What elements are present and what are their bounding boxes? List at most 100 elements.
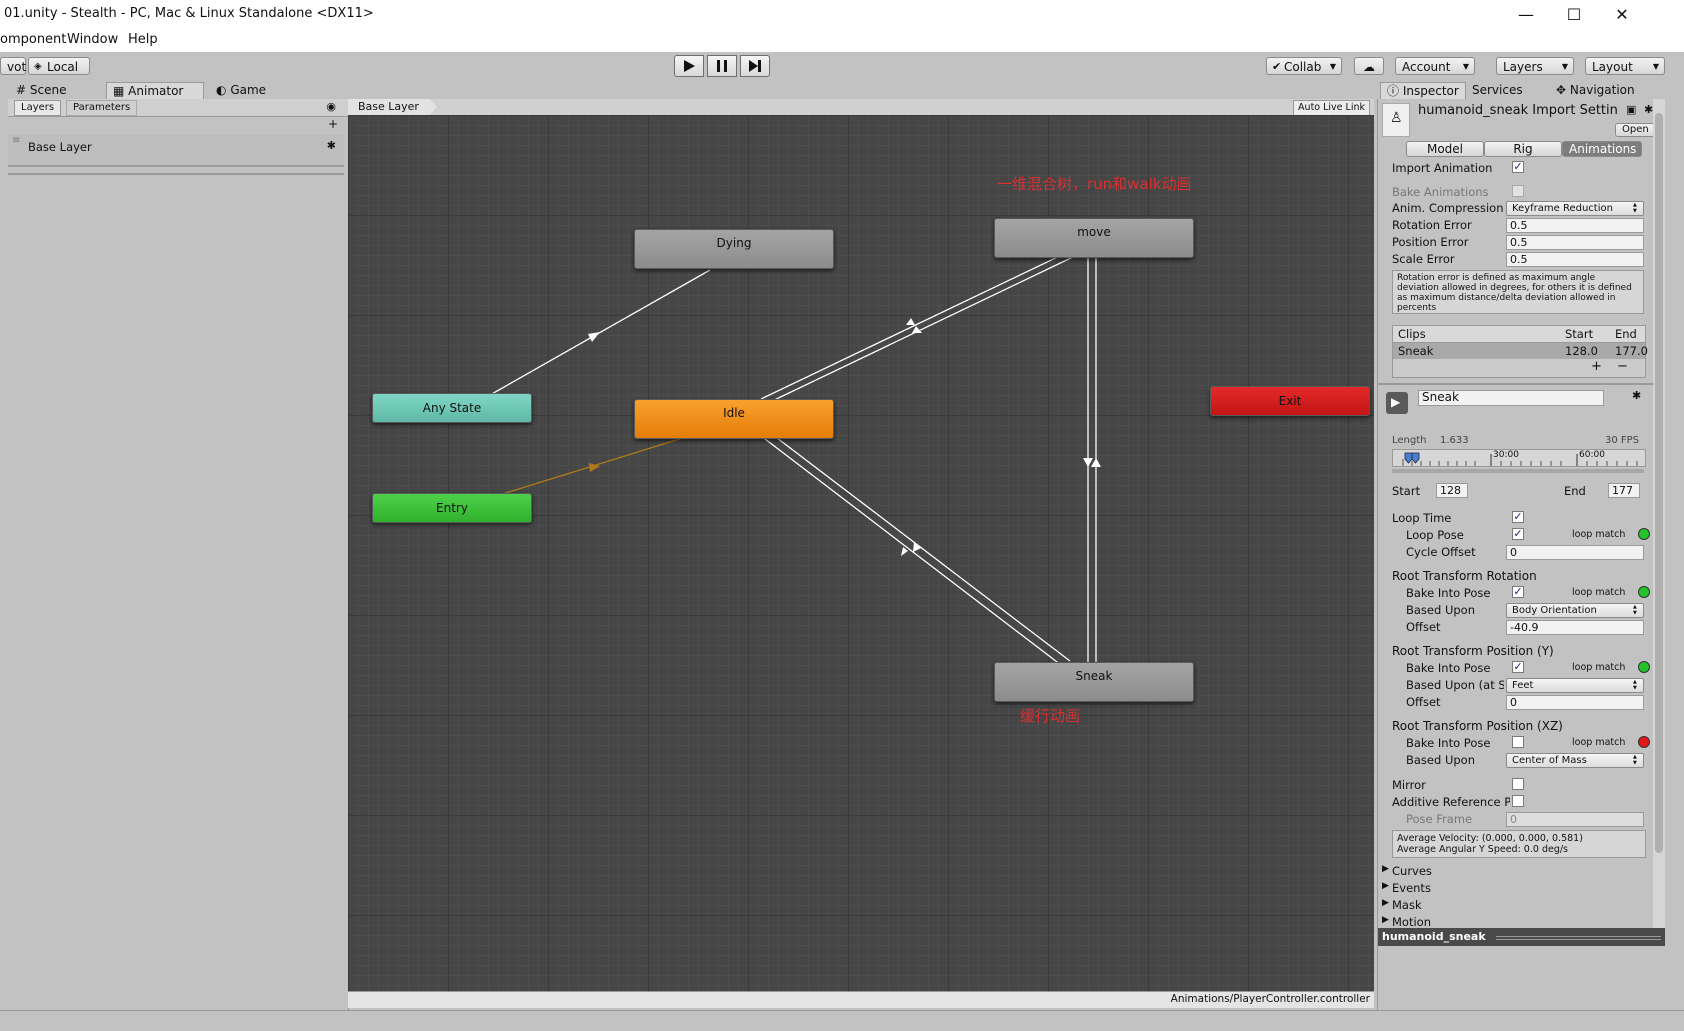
clip-play-icon[interactable]: ▶: [1386, 392, 1408, 414]
foldout-curves[interactable]: ▶ Curves: [1382, 864, 1632, 880]
import-animation-checkbox[interactable]: ✓: [1512, 161, 1524, 173]
cycle-offset-field[interactable]: 0: [1506, 545, 1644, 560]
chevron-down-icon: ▼: [1561, 62, 1568, 71]
rot-offset-field[interactable]: -40.9: [1506, 620, 1644, 635]
start-field[interactable]: 128: [1436, 483, 1468, 498]
tab-inspector[interactable]: ⓘ Inspector: [1380, 82, 1466, 99]
ruler-label-60: 60:00: [1579, 450, 1605, 460]
menu-component[interactable]: omponent: [0, 32, 66, 47]
local-button[interactable]: ◈ Local: [28, 57, 90, 75]
state-node-entry[interactable]: Entry: [372, 493, 532, 523]
triangle-right-icon: ▶: [1382, 915, 1389, 925]
menu-window[interactable]: Window: [67, 32, 118, 47]
transition-lines: [489, 252, 1101, 666]
account-dropdown[interactable]: Account ▼: [1395, 57, 1475, 75]
drag-handle-icon[interactable]: ≡: [12, 135, 20, 146]
end-field[interactable]: 177: [1608, 483, 1640, 498]
subtab-model[interactable]: Model: [1406, 141, 1484, 157]
open-button[interactable]: Open: [1615, 123, 1655, 137]
timeline-ruler[interactable]: 30:00 60:00: [1392, 449, 1646, 467]
pos-y-based-upon-dropdown[interactable]: Feet: [1506, 678, 1644, 693]
foldout-motion-label: Motion: [1392, 915, 1431, 929]
state-node-any-state[interactable]: Any State: [372, 393, 532, 423]
rot-based-upon-dropdown[interactable]: Body Orientation: [1506, 603, 1644, 618]
additive-reference-checkbox[interactable]: [1512, 795, 1524, 807]
step-icon: [749, 60, 761, 72]
tab-services[interactable]: Services: [1466, 82, 1548, 99]
foldout-events[interactable]: ▶ Events: [1382, 881, 1632, 897]
play-icon: [684, 60, 695, 72]
layout-dropdown[interactable]: Layout ▼: [1585, 57, 1665, 75]
pause-button[interactable]: [707, 55, 737, 77]
cube-icon: ◈: [34, 61, 42, 72]
breadcrumb[interactable]: Base Layer: [348, 99, 437, 115]
close-button[interactable]: ✕: [1602, 3, 1642, 27]
state-node-move[interactable]: move: [994, 218, 1194, 258]
scrollbar-thumb[interactable]: [1655, 113, 1663, 853]
help-book-icon[interactable]: ▣: [1626, 103, 1636, 116]
clips-footer: + −: [1392, 359, 1646, 378]
bake-animations-checkbox[interactable]: [1512, 185, 1524, 197]
tab-scene[interactable]: # Scene: [10, 82, 100, 99]
preview-drag-handle[interactable]: [1496, 936, 1661, 940]
eye-icon[interactable]: ◉: [326, 100, 336, 113]
foldout-mask[interactable]: ▶ Mask: [1382, 898, 1632, 914]
triangle-right-icon: ▶: [1382, 898, 1389, 908]
rotation-error-field[interactable]: 0.5: [1506, 218, 1644, 233]
rot-based-upon-label: Based Upon: [1406, 603, 1475, 617]
pos-xz-based-upon-dropdown[interactable]: Center of Mass: [1506, 753, 1644, 768]
loop-pose-label: Loop Pose: [1406, 528, 1464, 542]
step-button[interactable]: [740, 55, 770, 77]
pacman-icon: ◐: [216, 83, 227, 97]
subtab-animations[interactable]: Animations: [1562, 141, 1642, 157]
gear-icon[interactable]: ✱: [327, 139, 336, 152]
foldout-mask-label: Mask: [1392, 898, 1422, 912]
loop-pose-checkbox[interactable]: ✓: [1512, 528, 1524, 540]
subtab-rig[interactable]: Rig: [1484, 141, 1562, 157]
anim-compression-dropdown[interactable]: Keyframe Reduction: [1506, 201, 1644, 216]
base-layer-item[interactable]: ≡ Base Layer ✱: [8, 135, 344, 167]
import-animation-label: Import Animation: [1392, 161, 1493, 175]
loop-match-label: loop match: [1572, 587, 1626, 598]
start-label: Start: [1392, 484, 1421, 498]
animator-graph[interactable]: Dying move Any State Idle Exit Entry Sne…: [348, 115, 1374, 991]
pose-frame-field[interactable]: 0: [1506, 812, 1644, 827]
preview-bar[interactable]: humanoid_sneak: [1378, 928, 1665, 946]
parameters-subtab[interactable]: Parameters: [66, 100, 138, 116]
gear-icon[interactable]: ✱: [1632, 389, 1641, 402]
tab-navigation[interactable]: ✥ Navigation: [1550, 82, 1650, 99]
layers-dropdown[interactable]: Layers ▼: [1496, 57, 1574, 75]
menu-help[interactable]: Help: [128, 32, 158, 47]
state-node-sneak[interactable]: Sneak: [994, 662, 1194, 702]
pivot-button[interactable]: vot: [0, 57, 26, 75]
state-node-exit[interactable]: Exit: [1210, 386, 1370, 416]
add-layer-button[interactable]: +: [328, 117, 338, 131]
inspector-scrollbar[interactable]: [1653, 99, 1665, 928]
add-clip-button[interactable]: +: [1591, 359, 1602, 374]
loop-match-label: loop match: [1572, 737, 1626, 748]
collab-button[interactable]: ✔ Collab ▼: [1266, 57, 1342, 75]
state-node-idle[interactable]: Idle: [634, 399, 834, 439]
rot-bake-into-pose-checkbox[interactable]: ✓: [1512, 586, 1524, 598]
play-button[interactable]: [674, 55, 704, 77]
minimize-button[interactable]: —: [1506, 3, 1546, 27]
position-error-field[interactable]: 0.5: [1506, 235, 1644, 250]
layers-subtab[interactable]: Layers: [14, 100, 62, 116]
gear-icon[interactable]: ✱: [1644, 103, 1653, 116]
pos-xz-bake-into-pose-checkbox[interactable]: [1512, 736, 1524, 748]
loop-time-checkbox[interactable]: ✓: [1512, 511, 1524, 523]
cloud-button[interactable]: ☁: [1354, 57, 1384, 75]
loop-time-label: Loop Time: [1392, 511, 1452, 525]
info-icon: ⓘ: [1387, 84, 1400, 98]
scale-error-field[interactable]: 0.5: [1506, 252, 1644, 267]
tab-animator[interactable]: ▦ Animator: [106, 82, 204, 99]
pos-y-offset-field[interactable]: 0: [1506, 695, 1644, 710]
remove-clip-button[interactable]: −: [1617, 359, 1628, 374]
clip-name-field[interactable]: Sneak: [1418, 390, 1604, 406]
tab-game[interactable]: ◐ Game: [210, 82, 300, 99]
pos-y-bake-into-pose-checkbox[interactable]: ✓: [1512, 661, 1524, 673]
auto-live-link-button[interactable]: Auto Live Link: [1293, 100, 1370, 116]
state-node-dying[interactable]: Dying: [634, 229, 834, 269]
maximize-button[interactable]: ☐: [1554, 3, 1594, 27]
mirror-checkbox[interactable]: [1512, 778, 1524, 790]
